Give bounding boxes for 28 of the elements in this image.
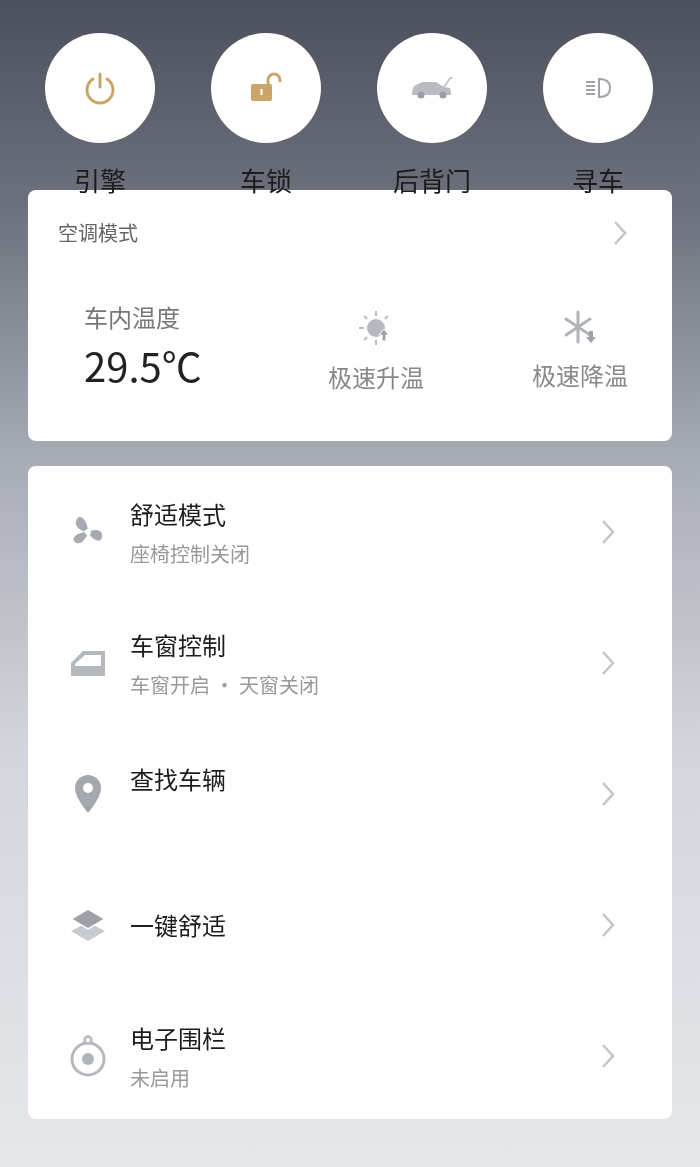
geofence-icon <box>68 1034 108 1077</box>
car-icon <box>410 76 454 100</box>
menu-subtitle: 车窗开启 · 天窗关闭 <box>130 669 320 699</box>
climate-mode-button[interactable]: 极速降温 <box>532 309 628 394</box>
quick-action-label: 车锁 <box>240 161 292 198</box>
quick-action-label: 寻车 <box>572 161 624 198</box>
menu-row[interactable]: 电子围栏 未启用 <box>28 990 672 1121</box>
menu-title: 查找车辆 <box>130 761 227 796</box>
card-title: 空调模式 <box>58 218 138 247</box>
quick-action-label: 后背门 <box>393 161 471 198</box>
location-pin-icon <box>73 772 103 815</box>
menu-row[interactable]: 舒适模式 座椅控制关闭 <box>28 466 672 597</box>
menu-title: 一键舒适 <box>130 907 227 942</box>
climate-mode-button[interactable]: 极速升温 <box>328 309 424 394</box>
temperature-label: 车内温度 <box>84 299 181 334</box>
unlocked-padlock-icon <box>249 72 283 104</box>
temperature-value: 29.5℃ <box>84 336 203 394</box>
menu-subtitle: 座椅控制关闭 <box>130 538 251 568</box>
menu-title: 电子围栏 <box>130 1019 227 1055</box>
headlight-icon <box>583 76 613 100</box>
menu-row[interactable]: 车窗控制 车窗开启 · 天窗关闭 <box>28 597 672 728</box>
menu-row[interactable]: 一键舒适 <box>28 859 672 990</box>
menu-row[interactable]: 查找车辆 <box>28 728 672 859</box>
menu-title: 车窗控制 <box>130 626 227 662</box>
menu-subtitle: 未启用 <box>130 1062 191 1092</box>
quick-action-label: 引擎 <box>74 161 126 198</box>
snowflake-icon <box>562 309 598 345</box>
menu-title: 舒适模式 <box>130 495 227 531</box>
